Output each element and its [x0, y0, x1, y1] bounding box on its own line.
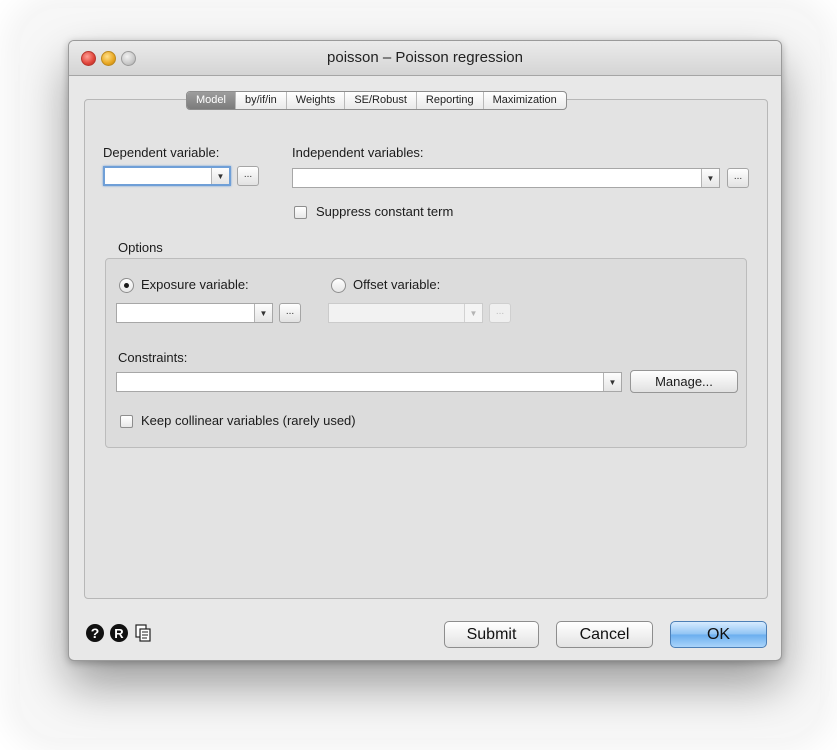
tab-maximization[interactable]: Maximization	[484, 92, 566, 109]
exposure-dropdown-arrow-icon[interactable]: ▼	[254, 304, 272, 322]
dependent-dropdown-arrow-icon[interactable]: ▼	[211, 168, 229, 184]
suppress-constant-checkbox[interactable]	[294, 206, 307, 219]
offset-variable-browse-button: ...	[489, 303, 511, 323]
tab-by-if-in[interactable]: by/if/in	[236, 92, 287, 109]
svg-text:?: ?	[91, 625, 100, 641]
constraints-label: Constraints:	[118, 350, 188, 365]
independent-variables-label: Independent variables:	[292, 145, 424, 160]
dependent-variable-label: Dependent variable:	[103, 145, 220, 160]
independent-variables-browse-button[interactable]: ...	[727, 168, 749, 188]
dialog-window: poisson – Poisson regression Model by/if…	[68, 40, 782, 661]
tab-reporting[interactable]: Reporting	[417, 92, 484, 109]
offset-dropdown-arrow-icon: ▼	[464, 304, 482, 322]
keep-collinear-checkbox[interactable]	[120, 415, 133, 428]
tab-model[interactable]: Model	[187, 92, 236, 109]
constraints-combo[interactable]: ▼	[116, 372, 622, 392]
keep-collinear-label: Keep collinear variables (rarely used)	[141, 413, 356, 428]
dependent-variable-combo[interactable]: ▼	[103, 166, 231, 186]
copy-command-icon	[135, 624, 151, 642]
exposure-variable-label: Exposure variable:	[141, 277, 249, 292]
tab-weights[interactable]: Weights	[287, 92, 346, 109]
tab-se-robust[interactable]: SE/Robust	[345, 92, 417, 109]
exposure-variable-combo[interactable]: ▼	[116, 303, 273, 323]
help-button[interactable]: ?	[85, 623, 105, 643]
offset-variable-combo[interactable]: ▼	[328, 303, 483, 323]
question-icon: ?	[86, 624, 104, 642]
offset-variable-radio[interactable]	[331, 278, 346, 293]
reset-button[interactable]: R	[109, 623, 129, 643]
ok-button[interactable]: OK	[670, 621, 767, 648]
offset-variable-label: Offset variable:	[353, 277, 441, 292]
svg-text:R: R	[114, 626, 124, 641]
title-bar[interactable]: poisson – Poisson regression	[69, 41, 781, 76]
tab-bar: Model by/if/in Weights SE/Robust Reporti…	[186, 91, 567, 110]
independent-dropdown-arrow-icon[interactable]: ▼	[701, 169, 719, 187]
reset-r-icon: R	[110, 624, 128, 642]
options-group-title: Options	[118, 240, 163, 255]
exposure-variable-radio[interactable]	[119, 278, 134, 293]
copy-command-button[interactable]	[133, 623, 153, 643]
manage-constraints-button[interactable]: Manage...	[630, 370, 738, 393]
exposure-variable-browse-button[interactable]: ...	[279, 303, 301, 323]
constraints-dropdown-arrow-icon[interactable]: ▼	[603, 373, 621, 391]
cancel-button[interactable]: Cancel	[556, 621, 653, 648]
suppress-constant-label: Suppress constant term	[316, 204, 454, 219]
window-title: poisson – Poisson regression	[327, 49, 523, 66]
independent-variables-combo[interactable]: ▼	[292, 168, 720, 188]
submit-button[interactable]: Submit	[444, 621, 539, 648]
dependent-variable-browse-button[interactable]: ...	[237, 166, 259, 186]
